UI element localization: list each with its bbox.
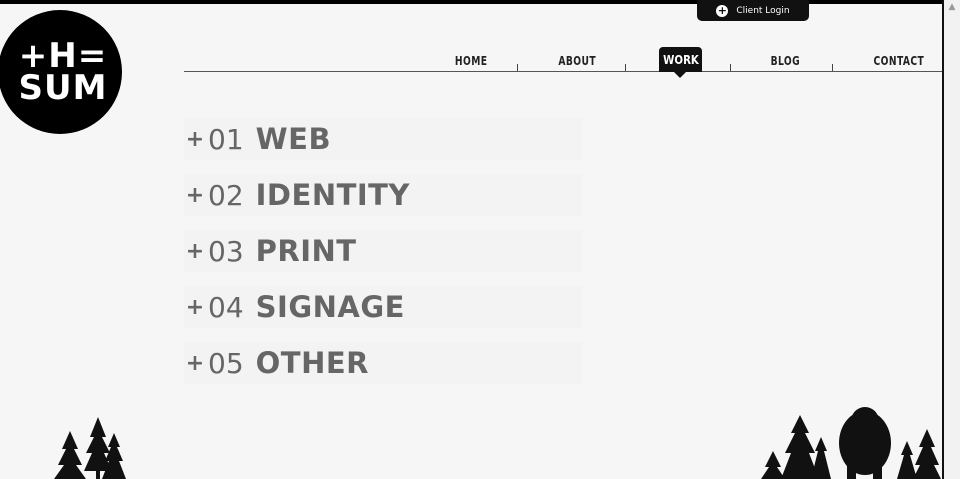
plus-icon: + bbox=[185, 182, 205, 208]
pine-trees-left-illustration bbox=[54, 417, 126, 479]
nav-contact[interactable]: CONTACT bbox=[873, 54, 924, 68]
work-item-name: WEB bbox=[255, 122, 332, 156]
nav-divider bbox=[517, 64, 518, 71]
work-item-other[interactable]: + 05 OTHER bbox=[184, 342, 582, 384]
work-item-number: 02 bbox=[208, 178, 244, 212]
pine-trees-bigfoot-illustration bbox=[761, 407, 941, 479]
plus-icon: + bbox=[185, 238, 205, 264]
work-item-web[interactable]: + 01 WEB bbox=[184, 118, 582, 160]
client-login-label: Client Login bbox=[736, 5, 790, 16]
work-item-name: OTHER bbox=[255, 346, 369, 380]
work-item-name: IDENTITY bbox=[255, 178, 410, 212]
scrollbar[interactable]: ▲ bbox=[944, 0, 960, 479]
nav-underline bbox=[184, 71, 942, 72]
plus-icon: + bbox=[185, 350, 205, 376]
nav-about[interactable]: ABOUT bbox=[558, 54, 596, 68]
logo-text: +H= SUM bbox=[18, 36, 108, 108]
nav-divider bbox=[832, 64, 833, 71]
nav-home[interactable]: HOME bbox=[455, 54, 488, 68]
nav-active-pointer bbox=[674, 72, 686, 78]
nav-work-label: WORK bbox=[662, 52, 699, 67]
work-item-signage[interactable]: + 04 SIGNAGE bbox=[184, 286, 582, 328]
nav-divider bbox=[625, 64, 626, 71]
plus-icon: + bbox=[185, 294, 205, 320]
work-item-name: SIGNAGE bbox=[255, 290, 405, 324]
work-item-print[interactable]: + 03 PRINT bbox=[184, 230, 582, 272]
work-item-identity[interactable]: + 02 IDENTITY bbox=[184, 174, 582, 216]
work-item-number: 01 bbox=[208, 122, 244, 156]
scroll-up-arrow-icon[interactable]: ▲ bbox=[947, 2, 957, 12]
work-item-name: PRINT bbox=[255, 234, 357, 268]
nav-work-active[interactable]: WORK bbox=[659, 47, 702, 72]
client-login-button[interactable]: + Client Login bbox=[697, 0, 809, 21]
plus-icon: + bbox=[185, 126, 205, 152]
work-item-number: 04 bbox=[208, 290, 244, 324]
nav-blog[interactable]: BLOG bbox=[771, 54, 801, 68]
plus-circle-icon: + bbox=[716, 3, 729, 17]
work-category-list: + 01 WEB + 02 IDENTITY + 03 PRINT + 04 S… bbox=[184, 118, 582, 398]
work-item-number: 03 bbox=[208, 234, 244, 268]
nav-divider bbox=[730, 64, 731, 71]
work-item-number: 05 bbox=[208, 346, 244, 380]
site-logo[interactable]: +H= SUM bbox=[0, 10, 122, 134]
